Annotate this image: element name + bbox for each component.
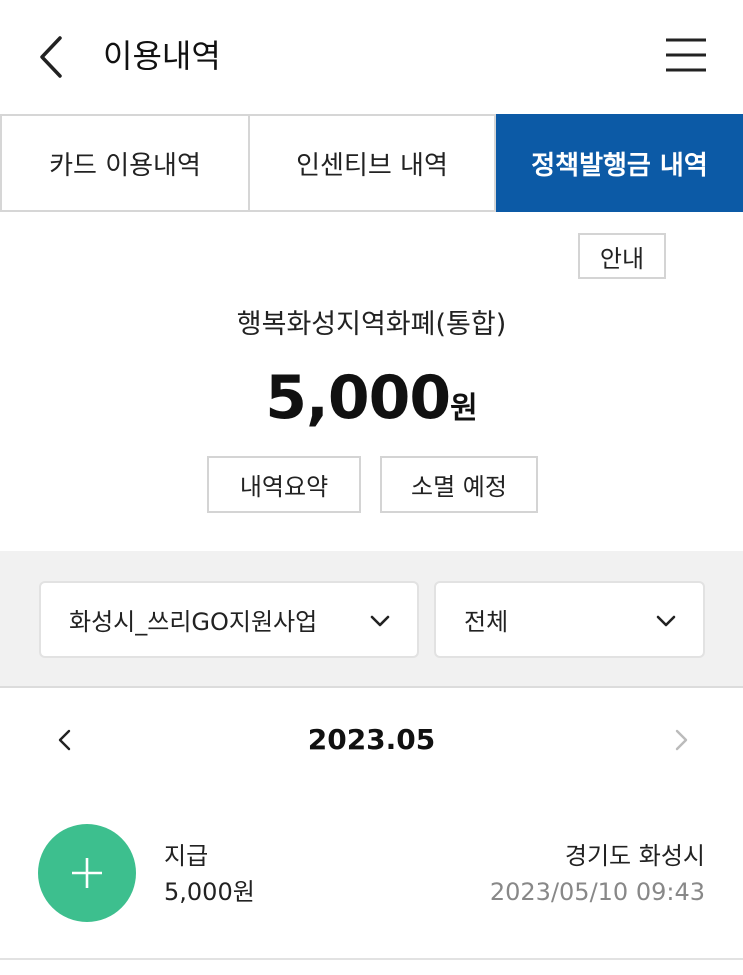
tab-card-usage[interactable]: 카드 이용내역 (0, 114, 248, 212)
month-navigator: 2023.05 (0, 712, 743, 768)
chevron-down-icon (656, 615, 676, 627)
tab-incentive[interactable]: 인센티브 내역 (248, 114, 496, 212)
list-divider (0, 958, 743, 960)
transaction-datetime: 2023/05/10 09:43 (489, 878, 705, 906)
tab-bar: 카드 이용내역 인센티브 내역 정책발행금 내역 (0, 114, 743, 212)
program-select-value: 화성시_쓰리GO지원사업 (69, 608, 318, 636)
next-month-button[interactable] (664, 722, 698, 758)
chevron-down-icon (370, 615, 390, 627)
balance-amount: 5,000 (265, 363, 451, 433)
back-button[interactable] (30, 30, 74, 84)
plus-icon (72, 858, 102, 888)
summary-button[interactable]: 내역요약 (207, 456, 361, 513)
chevron-right-icon (675, 729, 688, 751)
app-header: 이용내역 (0, 0, 743, 114)
transaction-place: 경기도 화성시 (564, 842, 705, 870)
tab-policy-issuance[interactable]: 정책발행금 내역 (496, 114, 743, 212)
currency-name: 행복화성지역화폐(통합) (236, 309, 507, 340)
transaction-type: 지급 (164, 842, 209, 870)
guide-button[interactable]: 안내 (578, 233, 666, 279)
program-select[interactable]: 화성시_쓰리GO지원사업 (39, 581, 419, 658)
type-select[interactable]: 전체 (434, 581, 705, 658)
expire-scheduled-button[interactable]: 소멸 예정 (380, 456, 538, 513)
hamburger-menu-icon (666, 38, 706, 72)
balance-display: 5,000원 (0, 362, 743, 449)
month-label: 2023.05 (307, 723, 436, 756)
balance-unit: 원 (450, 391, 478, 426)
page-title: 이용내역 (103, 37, 221, 75)
transaction-row[interactable]: 지급 5,000원 경기도 화성시 2023/05/10 09:43 (0, 818, 743, 928)
chevron-left-icon (40, 36, 62, 78)
filter-section: 화성시_쓰리GO지원사업 전체 (0, 551, 743, 688)
credit-badge (38, 824, 136, 922)
menu-button[interactable] (660, 32, 710, 78)
type-select-value: 전체 (464, 608, 509, 636)
transaction-amount: 5,000원 (164, 878, 255, 906)
